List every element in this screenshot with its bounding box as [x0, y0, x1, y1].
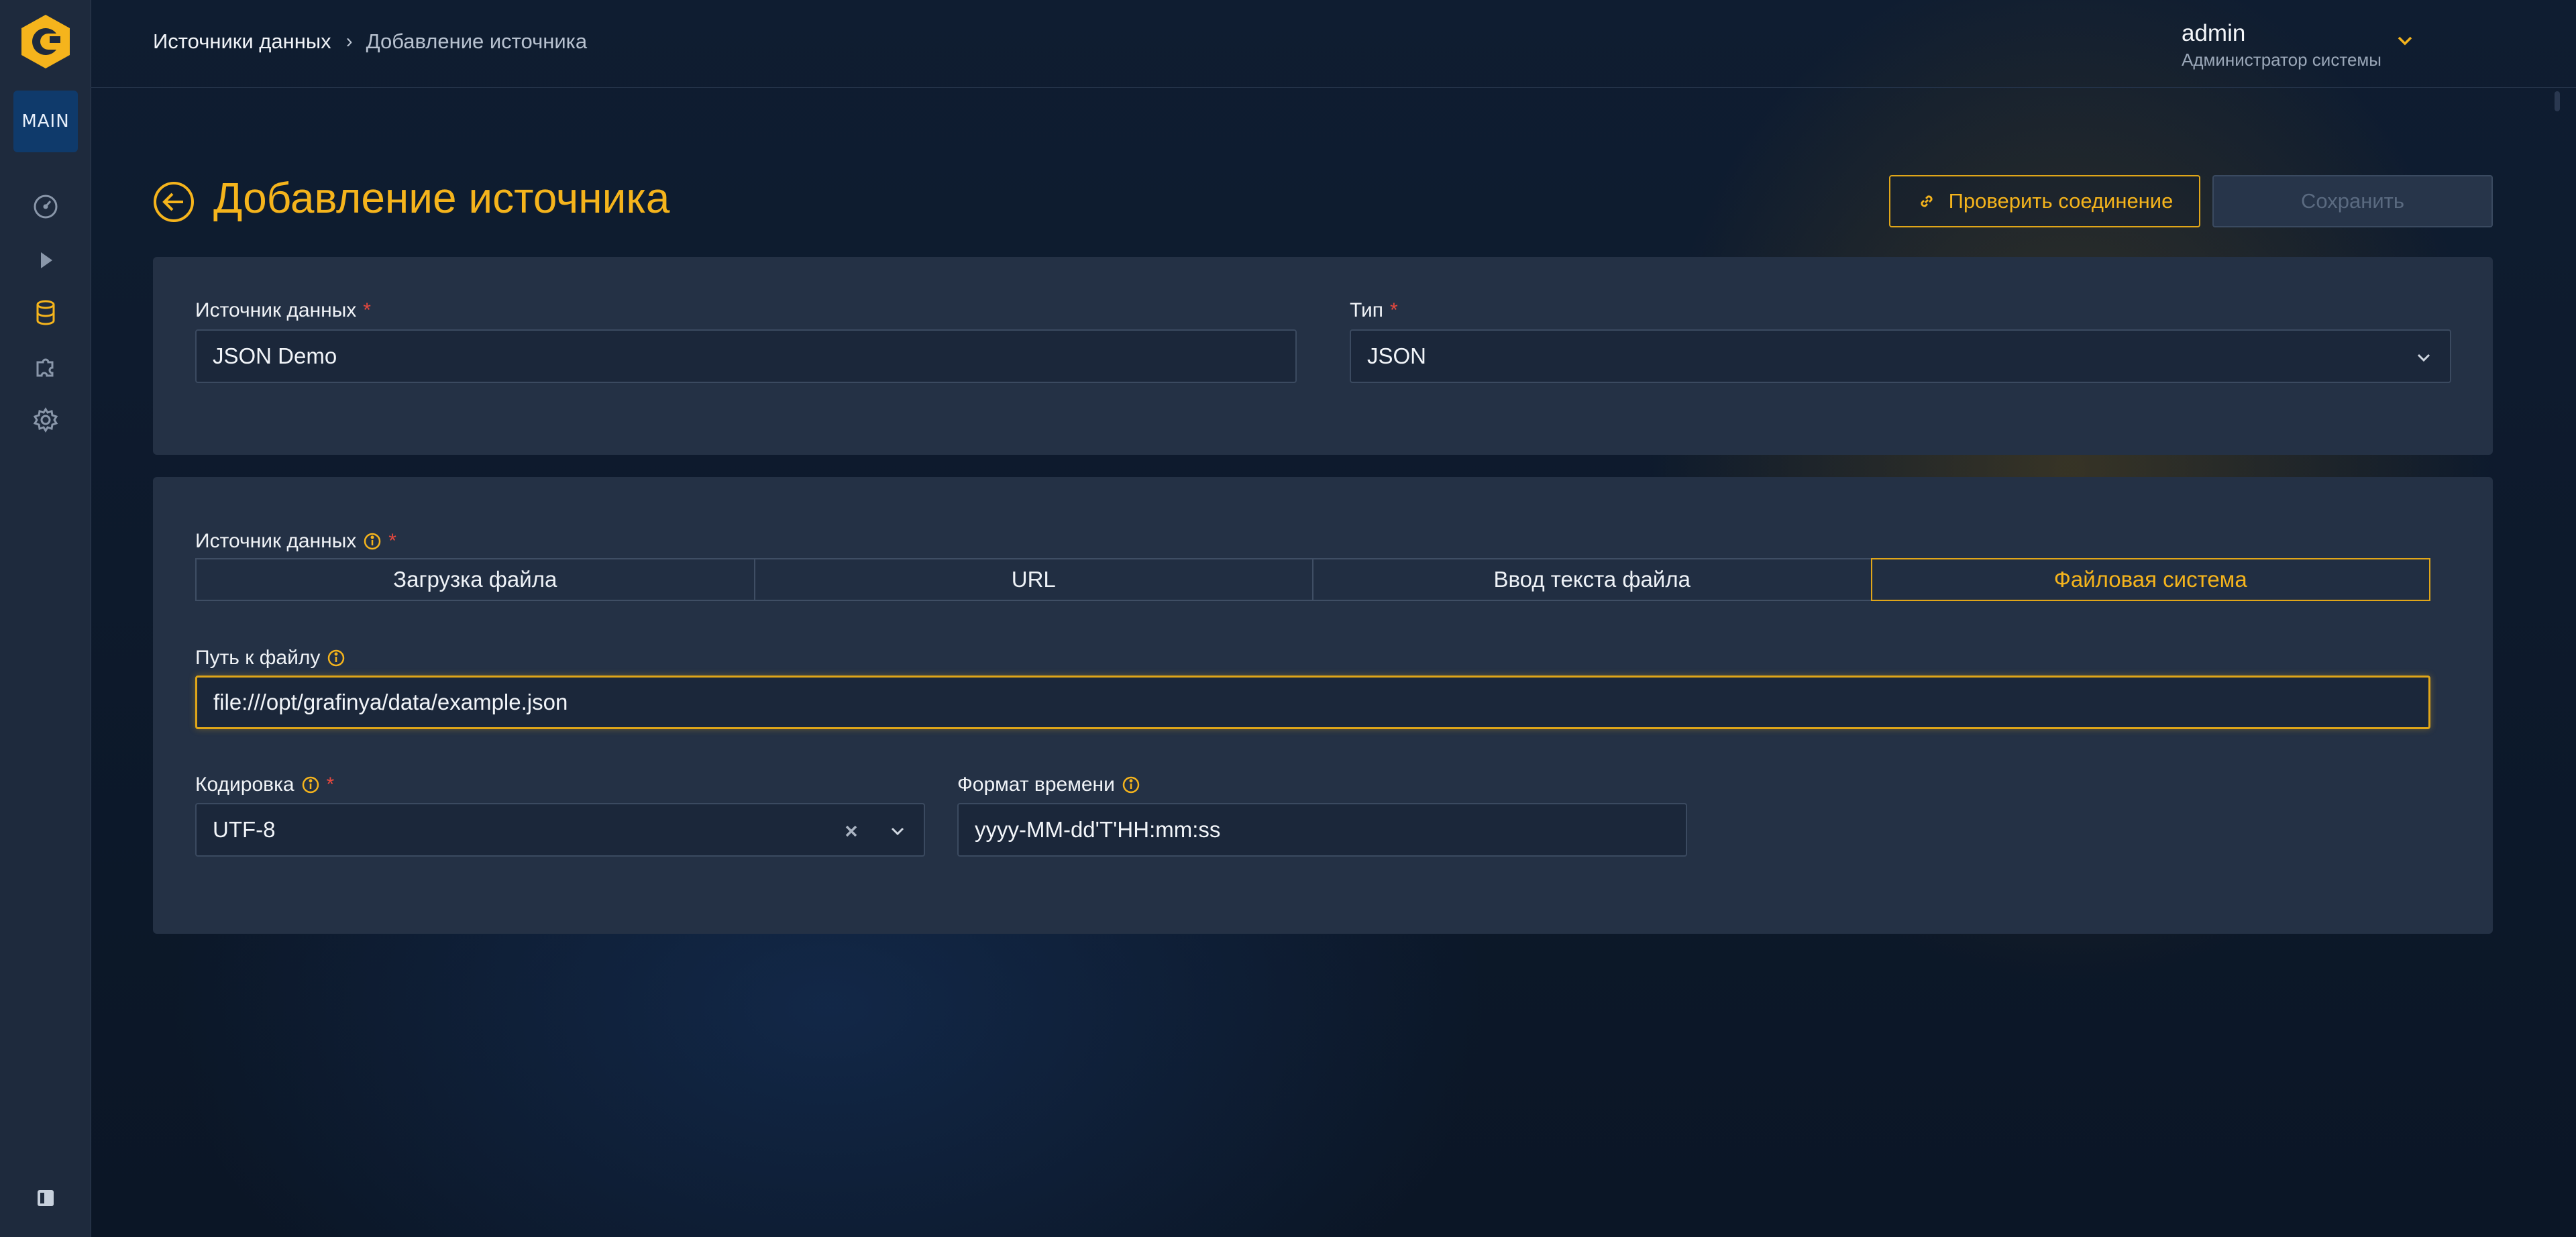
user-role: Администратор системы [2182, 50, 2381, 70]
source-name-value: JSON Demo [213, 343, 337, 368]
chevron-down-icon[interactable] [888, 821, 908, 841]
segment-text-input[interactable]: Ввод текста файла [1312, 558, 1872, 601]
user-name: admin [2182, 20, 2246, 46]
scrollbar[interactable] [2555, 91, 2560, 111]
time-format-input[interactable]: yyyy-MM-dd'T'HH:mm:ss [957, 803, 1687, 857]
source-name-label-text: Источник данных [195, 299, 357, 321]
encoding-label: Кодировка * [195, 773, 334, 796]
type-label-text: Тип [1350, 299, 1384, 321]
gear-icon[interactable] [30, 404, 62, 436]
info-icon[interactable] [363, 532, 382, 551]
dashboard-gauge-icon[interactable] [30, 191, 62, 223]
time-format-label-text: Формат времени [957, 773, 1115, 796]
info-icon[interactable] [1122, 775, 1140, 794]
check-connection-button[interactable]: Проверить соединение [1889, 175, 2200, 227]
breadcrumb: Источники данных › Добавление источника [153, 30, 587, 54]
source-mode-label-text: Источник данных [195, 530, 357, 552]
chevron-down-icon[interactable] [2395, 31, 2415, 51]
check-connection-label: Проверить соединение [1948, 189, 2174, 213]
encoding-label-text: Кодировка [195, 773, 294, 796]
required-mark: * [326, 773, 335, 796]
segment-url[interactable]: URL [753, 558, 1313, 601]
time-format-label: Формат времени [957, 773, 1140, 796]
info-icon[interactable] [327, 649, 345, 667]
back-arrow-icon[interactable] [153, 181, 195, 223]
type-value: JSON [1367, 343, 1427, 368]
source-name-input[interactable]: JSON Demo [195, 329, 1297, 383]
info-icon[interactable] [301, 775, 320, 794]
type-label: Тип * [1350, 299, 1398, 322]
sidebar: MAIN [0, 0, 91, 1237]
save-button[interactable]: Сохранить [2212, 175, 2493, 227]
database-icon[interactable] [30, 297, 62, 329]
play-icon[interactable] [30, 244, 62, 276]
user-menu[interactable]: admin Администратор системы [2182, 20, 2381, 70]
workspace-badge[interactable]: MAIN [13, 91, 78, 152]
source-mode-segmented-control: Загрузка файла URL Ввод текста файла Фай… [195, 558, 2430, 601]
source-name-label: Источник данных * [195, 299, 371, 322]
file-path-input[interactable]: file:///opt/grafinya/data/example.json [195, 676, 2430, 729]
clear-icon[interactable] [842, 822, 861, 841]
encoding-select[interactable]: UTF-8 [195, 803, 925, 857]
time-format-value: yyyy-MM-dd'T'HH:mm:ss [975, 817, 1221, 842]
breadcrumb-parent-link[interactable]: Источники данных [153, 30, 331, 54]
segment-file-upload[interactable]: Загрузка файла [195, 558, 755, 601]
file-path-label: Путь к файлу [195, 647, 345, 669]
breadcrumb-separator: › [345, 30, 353, 52]
file-path-label-text: Путь к файлу [195, 647, 321, 669]
puzzle-plugin-icon[interactable] [30, 350, 62, 382]
file-path-value: file:///opt/grafinya/data/example.json [213, 690, 568, 714]
required-mark: * [388, 530, 396, 552]
sidebar-collapse-icon[interactable] [36, 1189, 55, 1207]
link-icon [1921, 195, 1933, 207]
required-mark: * [363, 299, 371, 321]
encoding-value: UTF-8 [213, 817, 276, 842]
segment-file-system[interactable]: Файловая система [1870, 558, 2430, 601]
page-title: Добавление источника [213, 174, 670, 222]
app-logo[interactable] [17, 13, 74, 70]
required-mark: * [1390, 299, 1398, 321]
breadcrumb-current: Добавление источника [366, 30, 588, 53]
type-select[interactable]: JSON [1350, 329, 2451, 383]
chevron-down-icon [2417, 354, 2430, 362]
source-mode-label: Источник данных * [195, 530, 396, 553]
